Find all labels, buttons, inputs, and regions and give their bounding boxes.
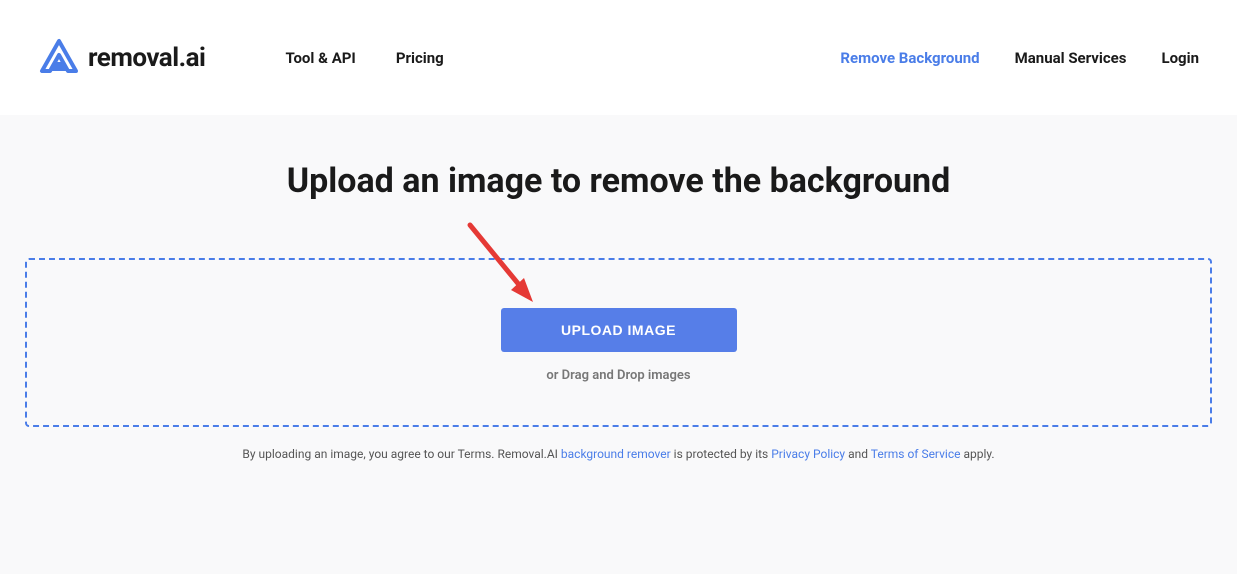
main-content: Upload an image to remove the background… xyxy=(0,115,1237,574)
nav-secondary: Remove Background Manual Services Login xyxy=(840,49,1199,67)
disclaimer-prefix: By uploading an image, you agree to our … xyxy=(242,447,561,461)
page-title: Upload an image to remove the background xyxy=(219,155,1019,208)
disclaimer-mid1: is protected by its xyxy=(671,447,772,461)
nav-login[interactable]: Login xyxy=(1161,49,1199,67)
nav-primary: Tool & API Pricing xyxy=(285,49,443,67)
drag-drop-hint: or Drag and Drop images xyxy=(27,368,1210,383)
annotation-arrow-icon xyxy=(465,220,545,315)
disclaimer-mid2: and xyxy=(845,447,871,461)
link-background-remover[interactable]: background remover xyxy=(561,447,671,461)
logo-icon xyxy=(38,37,80,79)
upload-wrap: UPLOAD IMAGE or Drag and Drop images By … xyxy=(0,258,1237,461)
link-terms-of-service[interactable]: Terms of Service xyxy=(871,447,961,461)
link-privacy-policy[interactable]: Privacy Policy xyxy=(771,447,845,461)
disclaimer-suffix: apply. xyxy=(960,447,994,461)
nav-manual-services[interactable]: Manual Services xyxy=(1015,49,1127,67)
logo-text: removal.ai xyxy=(88,43,205,73)
nav-tool-api[interactable]: Tool & API xyxy=(285,49,355,67)
nav-pricing[interactable]: Pricing xyxy=(396,49,444,67)
upload-dropzone[interactable]: UPLOAD IMAGE or Drag and Drop images xyxy=(25,258,1212,427)
nav-remove-background[interactable]: Remove Background xyxy=(840,49,979,67)
logo[interactable]: removal.ai xyxy=(38,37,205,79)
site-header: removal.ai Tool & API Pricing Remove Bac… xyxy=(0,0,1237,115)
disclaimer-text: By uploading an image, you agree to our … xyxy=(0,447,1237,461)
upload-button[interactable]: UPLOAD IMAGE xyxy=(501,308,737,352)
